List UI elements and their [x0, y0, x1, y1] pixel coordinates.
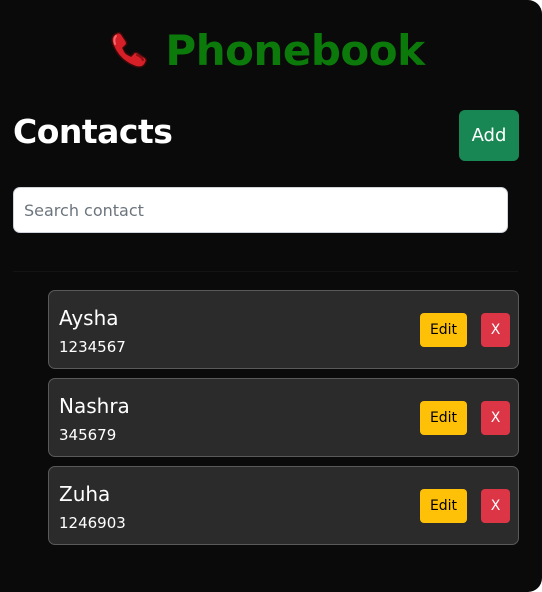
- contacts-heading: Contacts: [13, 112, 173, 151]
- divider: [13, 271, 518, 272]
- app-header: Phonebook: [0, 24, 542, 76]
- delete-contact-button[interactable]: X: [481, 489, 510, 523]
- contact-card: Aysha 1234567 Edit X: [48, 290, 519, 369]
- contact-name: Nashra: [59, 394, 130, 418]
- phonebook-app: Phonebook Contacts Add Aysha 1234567 Edi…: [0, 0, 542, 592]
- edit-contact-button[interactable]: Edit: [420, 313, 467, 347]
- edit-contact-button[interactable]: Edit: [420, 401, 467, 435]
- contact-number: 345679: [59, 426, 117, 444]
- contact-name: Aysha: [59, 306, 119, 330]
- contact-name: Zuha: [59, 482, 111, 506]
- search-input[interactable]: [13, 187, 508, 233]
- delete-contact-button[interactable]: X: [481, 401, 510, 435]
- edit-contact-button[interactable]: Edit: [420, 489, 467, 523]
- contact-number: 1246903: [59, 514, 126, 532]
- contact-card: Zuha 1246903 Edit X: [48, 466, 519, 545]
- delete-contact-button[interactable]: X: [481, 313, 510, 347]
- app-title: Phonebook: [165, 25, 425, 75]
- telephone-receiver-icon: [107, 28, 151, 72]
- contact-number: 1234567: [59, 338, 126, 356]
- add-contact-button[interactable]: Add: [459, 110, 519, 161]
- contact-card: Nashra 345679 Edit X: [48, 378, 519, 457]
- contact-list: Aysha 1234567 Edit X Nashra 345679 Edit …: [48, 290, 519, 554]
